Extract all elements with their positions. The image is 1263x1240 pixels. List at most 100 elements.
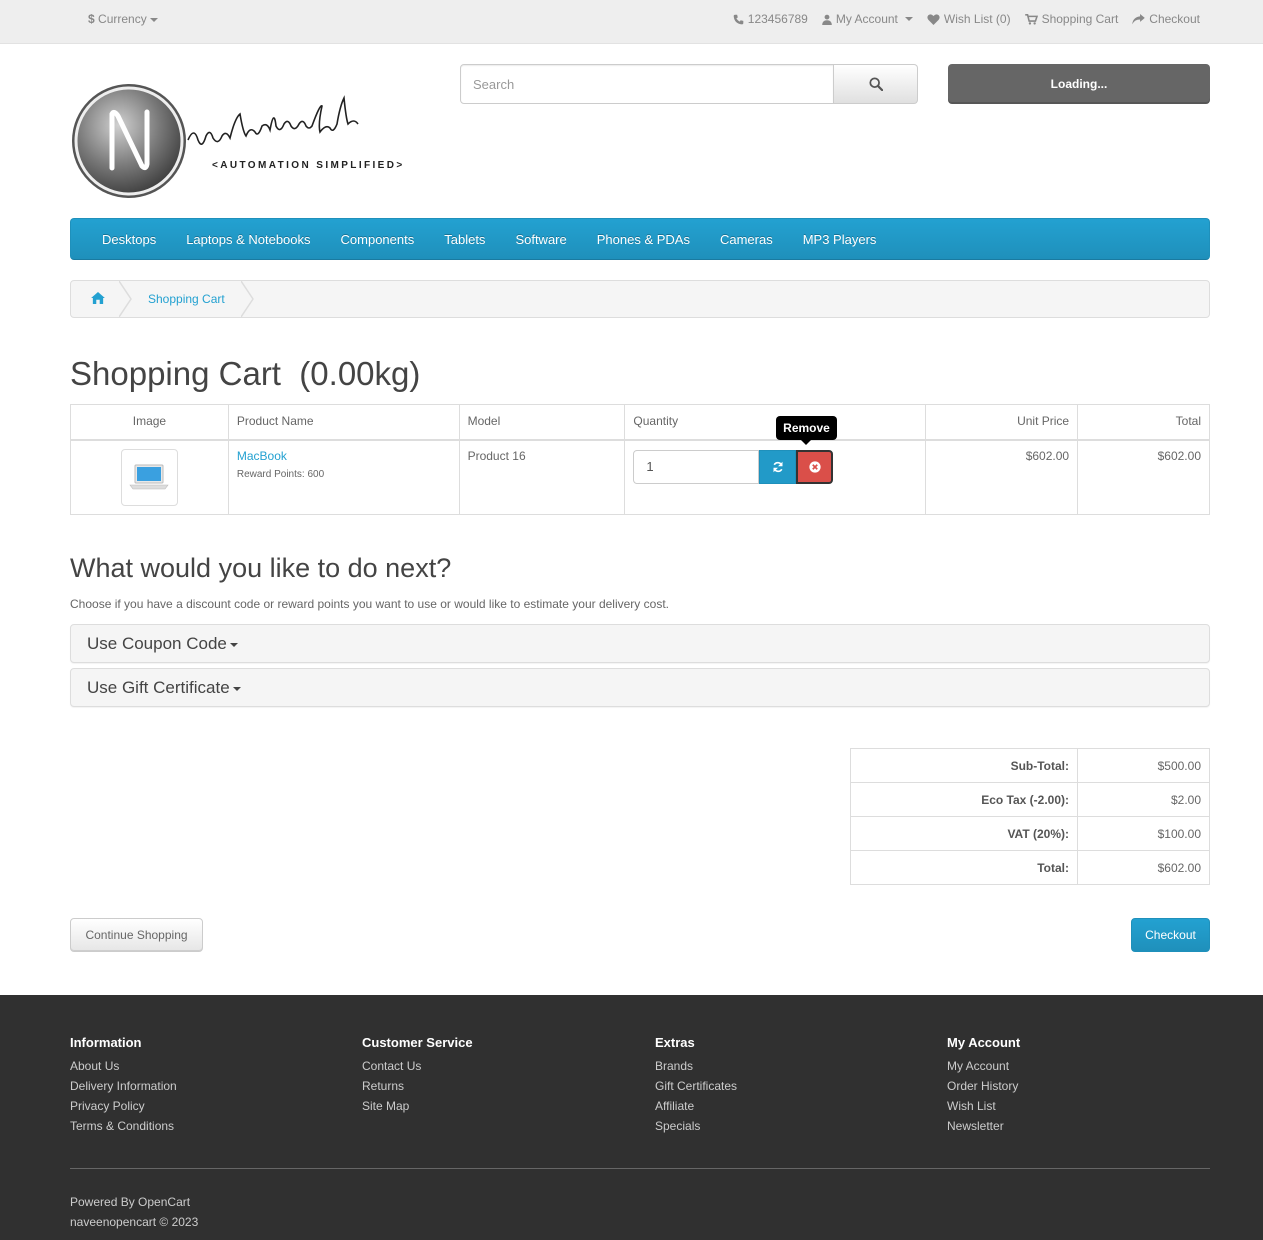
breadcrumb-shopping-cart[interactable]: Shopping Cart (148, 292, 225, 306)
search-bar (460, 64, 918, 104)
gift-certificate-panel[interactable]: Use Gift Certificate (70, 668, 1210, 707)
currency-dropdown[interactable]: $ Currency (88, 12, 158, 26)
footer-link-newsletter[interactable]: Newsletter (947, 1119, 1020, 1139)
menu-item-software[interactable]: Software (500, 232, 581, 247)
footer-link-privacy-policy[interactable]: Privacy Policy (70, 1099, 177, 1119)
footer-link-brands[interactable]: Brands (655, 1059, 737, 1079)
totals-row: Eco Tax (-2.00): $2.00 (850, 782, 1210, 817)
quantity-input[interactable] (633, 449, 760, 484)
footer-link-contact-us[interactable]: Contact Us (362, 1059, 473, 1079)
my-account-label: My Account (835, 12, 898, 26)
update-quantity-button[interactable] (759, 449, 797, 484)
menu-item-components[interactable]: Components (326, 232, 430, 247)
remove-item-button[interactable] (796, 449, 834, 484)
footer-link-affiliate[interactable]: Affiliate (655, 1099, 737, 1119)
currency-label: Currency (98, 12, 147, 26)
totals-label: Eco Tax (-2.00): (850, 782, 1078, 817)
footer-heading: Information (70, 1035, 142, 1050)
quantity-group (633, 449, 917, 484)
footer-column-information: Information About Us Delivery Informatio… (70, 1035, 177, 1139)
wishlist-label: Wish List (0) (943, 12, 1011, 26)
opencart-link[interactable]: OpenCart (138, 1195, 190, 1209)
menu-item-cameras[interactable]: Cameras (705, 232, 788, 247)
menu-item-desktops[interactable]: Desktops (87, 232, 171, 247)
footer-column-extras: Extras Brands Gift Certificates Affiliat… (655, 1035, 737, 1139)
col-model: Model (458, 404, 626, 441)
currency-symbol: $ (88, 12, 95, 26)
footer-link-terms-conditions[interactable]: Terms & Conditions (70, 1119, 177, 1139)
totals-label: Total: (850, 850, 1078, 885)
refresh-icon (773, 461, 783, 472)
col-unit-price: Unit Price (925, 404, 1079, 441)
next-steps-title: What would you like to do next? (70, 553, 452, 583)
logo-graphic (72, 84, 359, 198)
totals-value: $602.00 (1077, 850, 1210, 885)
totals-value: $500.00 (1077, 748, 1210, 783)
totals-row: Sub-Total: $500.00 (850, 748, 1210, 783)
phone-number: 123456789 (747, 12, 808, 26)
product-thumbnail[interactable] (120, 448, 178, 506)
breadcrumb-separator (119, 281, 132, 317)
checkout-label: Checkout (1149, 12, 1200, 26)
footer-link-wish-list[interactable]: Wish List (947, 1099, 1020, 1119)
footer-divider (70, 1168, 1210, 1169)
checkout-button[interactable]: Checkout (1131, 918, 1210, 952)
col-total: Total (1077, 404, 1210, 441)
user-icon (822, 14, 832, 25)
footer-link-gift-certificates[interactable]: Gift Certificates (655, 1079, 737, 1099)
product-link[interactable]: MacBook (237, 449, 287, 463)
continue-shopping-button[interactable]: Continue Shopping (70, 918, 203, 952)
menu-item-laptops-notebooks[interactable]: Laptops & Notebooks (171, 232, 325, 247)
table-row: MacBook Reward Points: 600 Product 16 $6… (70, 439, 1210, 515)
home-icon (91, 292, 105, 304)
menu-item-phones-pdas[interactable]: Phones & PDAs (582, 232, 705, 247)
line-total: $602.00 (1077, 439, 1210, 515)
totals-value: $100.00 (1077, 816, 1210, 851)
top-bar: $ Currency 123456789 My Account Wish Lis… (0, 0, 1263, 44)
totals-value: $2.00 (1077, 782, 1210, 817)
footer-heading: Customer Service (362, 1035, 473, 1050)
caret-down-icon (229, 642, 238, 647)
caret-down-icon (904, 17, 913, 21)
cart-total-button[interactable]: Loading... (948, 64, 1210, 104)
menu-item-tablets[interactable]: Tablets (429, 232, 500, 247)
site-logo[interactable]: <AUTOMATION SIMPLIFIED> (70, 82, 430, 200)
product-model: Product 16 (458, 439, 626, 515)
remove-tooltip: Remove (776, 416, 837, 445)
caret-down-icon (149, 17, 158, 22)
footer-link-my-account[interactable]: My Account (947, 1059, 1020, 1079)
powered-by: Powered By OpenCart naveenopencart © 202… (70, 1192, 198, 1232)
footer-link-specials[interactable]: Specials (655, 1119, 737, 1139)
footer-column-my-account: My Account My Account Order History Wish… (947, 1035, 1020, 1139)
footer-link-site-map[interactable]: Site Map (362, 1099, 473, 1119)
checkout-link[interactable]: Checkout (1132, 12, 1200, 26)
footer-link-delivery-information[interactable]: Delivery Information (70, 1079, 177, 1099)
footer-heading: Extras (655, 1035, 695, 1050)
reward-points: Reward Points: 600 (236, 468, 325, 480)
logo-tagline: <AUTOMATION SIMPLIFIED> (212, 160, 405, 171)
search-button[interactable] (834, 64, 918, 104)
search-input[interactable] (460, 64, 834, 104)
cart-table: Image Product Name Model Quantity Unit P… (70, 404, 1210, 515)
totals-label: VAT (20%): (850, 816, 1078, 851)
wishlist-link[interactable]: Wish List (0) (927, 12, 1011, 26)
gift-panel-label: Use Gift Certificate (87, 678, 230, 697)
table-header-row: Image Product Name Model Quantity Unit P… (70, 404, 1210, 441)
coupon-panel[interactable]: Use Coupon Code (70, 624, 1210, 663)
caret-down-icon (232, 686, 241, 691)
next-steps-description: Choose if you have a discount code or re… (70, 597, 669, 611)
shopping-cart-label: Shopping Cart (1041, 12, 1119, 26)
breadcrumb-home[interactable] (91, 292, 105, 307)
product-name-cell: MacBook Reward Points: 600 (227, 439, 460, 515)
totals-table: Sub-Total: $500.00 Eco Tax (-2.00): $2.00 … (850, 748, 1210, 885)
footer-link-returns[interactable]: Returns (362, 1079, 473, 1099)
footer-link-order-history[interactable]: Order History (947, 1079, 1020, 1099)
footer-link-about-us[interactable]: About Us (70, 1059, 177, 1079)
phone-link[interactable]: 123456789 (733, 12, 808, 26)
menu-item-mp3-players[interactable]: MP3 Players (788, 232, 892, 247)
col-product-name: Product Name (227, 404, 460, 441)
unit-price: $602.00 (925, 439, 1079, 515)
shopping-cart-link[interactable]: Shopping Cart (1024, 12, 1119, 26)
laptop-image (129, 464, 170, 490)
my-account-dropdown[interactable]: My Account (822, 12, 913, 26)
